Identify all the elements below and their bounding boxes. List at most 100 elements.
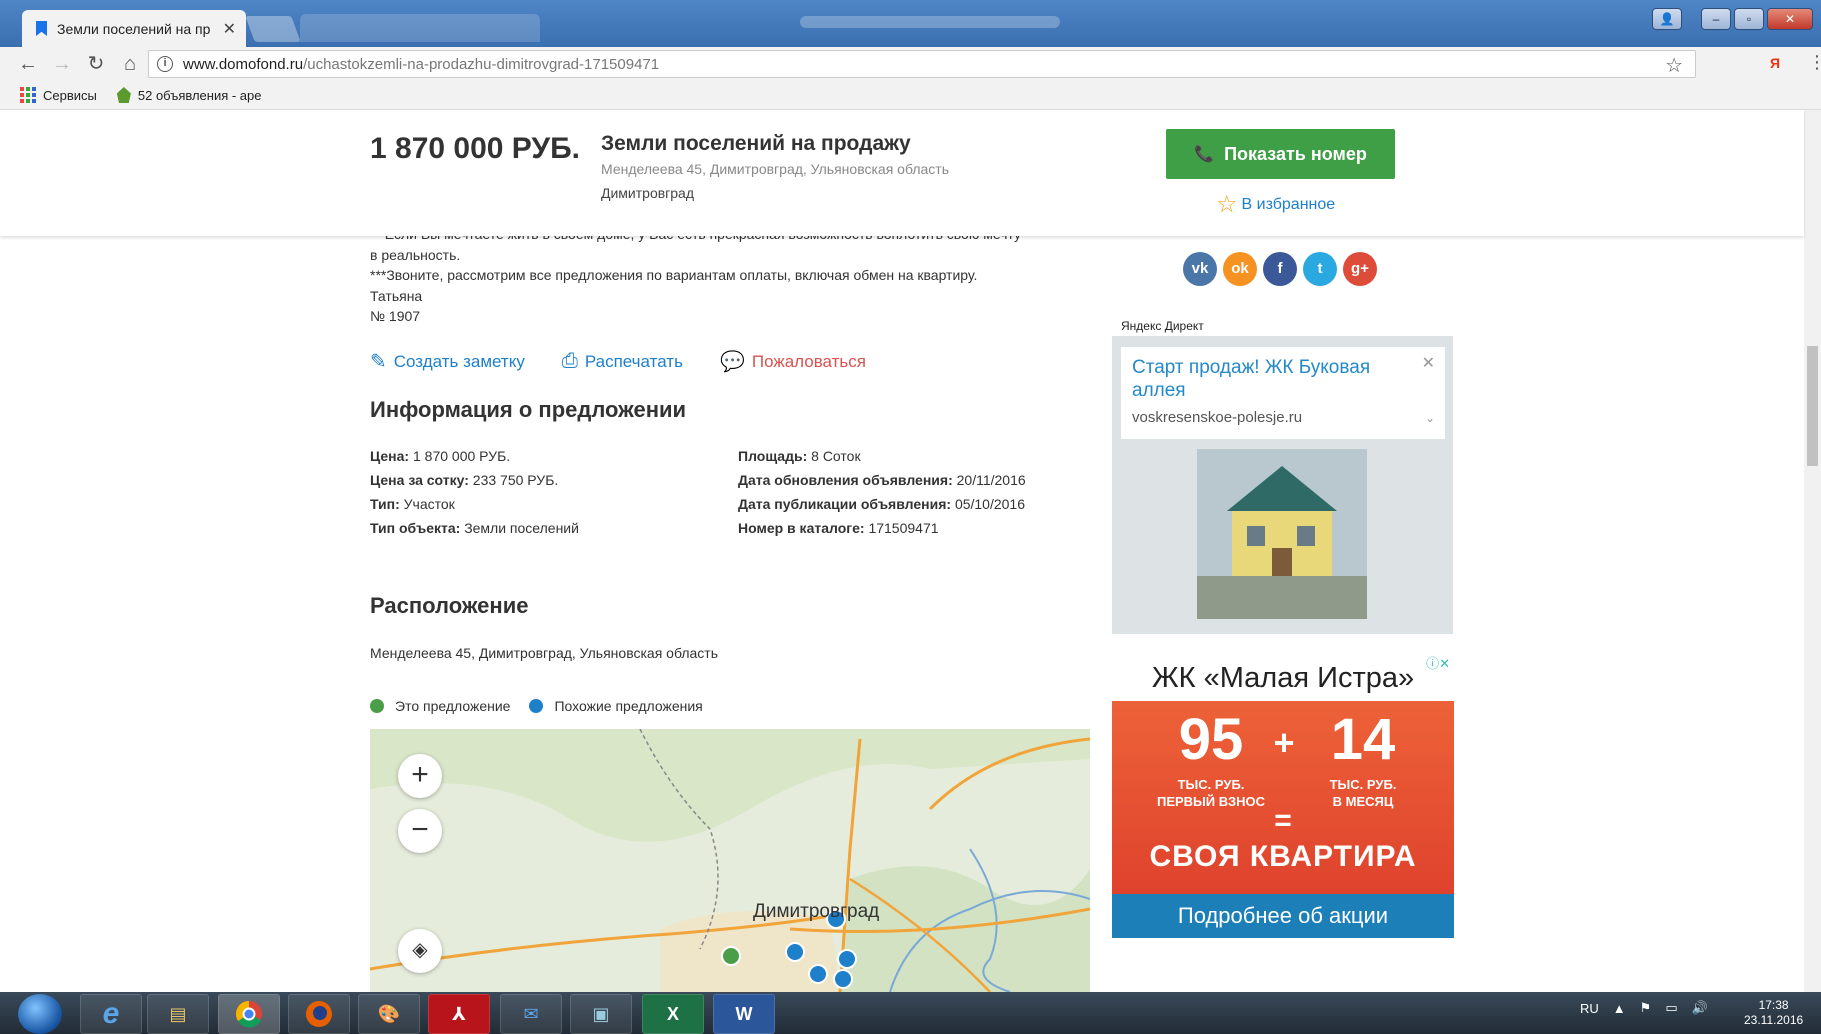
browser-tab-background[interactable] bbox=[300, 14, 540, 42]
language-indicator[interactable]: RU bbox=[1580, 1001, 1599, 1016]
ad-malaya-istra[interactable]: ЖК «Малая Истра» ⓘ✕ 95 ТЫС. РУБ. ПЕРВЫЙ … bbox=[1112, 652, 1454, 938]
address-bar[interactable]: i www.domofond.ru/uchastokzemli-na-proda… bbox=[148, 50, 1696, 78]
chrome-logo bbox=[235, 1000, 262, 1028]
location-map[interactable]: Димитровград + − ◈ bbox=[370, 729, 1090, 992]
action-center-flag-icon[interactable]: ⚑ bbox=[1640, 1000, 1652, 1016]
ad2-caption-first: ТЫС. РУБ. ПЕРВЫЙ ВЗНОС bbox=[1156, 776, 1266, 810]
user-profile-icon[interactable]: 👤 bbox=[1652, 8, 1682, 30]
file-explorer-icon[interactable]: ▤ bbox=[147, 994, 209, 1034]
home-icon[interactable]: ⌂ bbox=[116, 50, 144, 78]
ad2-title: ЖК «Малая Истра» bbox=[1151, 662, 1415, 694]
create-note-link[interactable]: ✎ Создать заметку bbox=[370, 349, 525, 374]
window-controls: 👤 – ▫ ✕ bbox=[1652, 8, 1813, 30]
forward-arrow-icon[interactable]: → bbox=[48, 50, 76, 78]
print-link[interactable]: ⎙ Распечатать bbox=[562, 349, 683, 374]
info-value: 05/10/2016 bbox=[954, 496, 1026, 512]
house-favicon-icon bbox=[116, 87, 131, 103]
description-line: № 1907 bbox=[370, 308, 421, 324]
add-to-favorites-link[interactable]: ☆ В избранное bbox=[1216, 190, 1335, 219]
bookmark-listings[interactable]: 52 объявления - аре bbox=[116, 87, 262, 103]
back-arrow-icon[interactable]: ← bbox=[14, 50, 42, 78]
info-row: Тип: Участок bbox=[370, 492, 579, 516]
map-layers-button[interactable]: ◈ bbox=[398, 929, 442, 973]
windows-start-button[interactable] bbox=[18, 994, 62, 1034]
ad2-details-button[interactable]: Подробнее об акции bbox=[1112, 894, 1454, 938]
bookmark-apps[interactable]: Сервисы bbox=[20, 87, 97, 103]
vk-share-icon[interactable]: vk bbox=[1183, 252, 1217, 286]
offer-info-left: Цена: 1 870 000 РУБ. Цена за сотку: 233 … bbox=[370, 444, 579, 540]
firefox-logo bbox=[306, 1001, 332, 1027]
browser-menu-icon[interactable]: ⋮ bbox=[1808, 52, 1821, 73]
ad2-caption-line: ПЕРВЫЙ ВЗНОС bbox=[1156, 794, 1265, 809]
window-title-blurred bbox=[800, 16, 1060, 28]
bookmark-label: 52 объявления - аре bbox=[137, 87, 262, 103]
ad2-title-bar: ЖК «Малая Истра» ⓘ✕ bbox=[1112, 652, 1454, 701]
minimize-button[interactable]: – bbox=[1701, 8, 1731, 30]
show-phone-button[interactable]: 📞 Показать номер bbox=[1166, 129, 1395, 179]
window-titlebar: Земли поселений на пр ✕ 👤 – ▫ ✕ bbox=[0, 0, 1821, 47]
ad-close-icon[interactable]: ✕ bbox=[1422, 353, 1435, 373]
listing-city: Димитровград bbox=[601, 185, 695, 201]
close-window-button[interactable]: ✕ bbox=[1767, 8, 1813, 30]
volume-icon[interactable]: 🔊 bbox=[1692, 1000, 1708, 1016]
browser-tab-active[interactable]: Земли поселений на пр ✕ bbox=[22, 10, 246, 47]
info-label: Тип объекта: bbox=[370, 520, 461, 536]
description-line: Татьяна bbox=[370, 287, 423, 304]
yandex-extension-icon[interactable]: Я bbox=[1770, 55, 1780, 71]
url-path: /uchastokzemli-na-prodazhu-dimitrovgrad-… bbox=[303, 55, 660, 73]
tab-close-icon[interactable]: ✕ bbox=[223, 19, 236, 39]
info-value: 233 750 РУБ. bbox=[472, 472, 559, 488]
odnoklassniki-share-icon[interactable]: ok bbox=[1223, 252, 1257, 286]
chevron-down-icon[interactable]: ⌄ bbox=[1425, 411, 1435, 425]
info-row: Дата публикации объявления: 05/10/2016 bbox=[738, 492, 1026, 516]
page-scrollbar[interactable] bbox=[1804, 110, 1821, 992]
phone-icon: 📞 bbox=[1194, 146, 1215, 163]
paint-icon[interactable]: 🎨 bbox=[358, 994, 420, 1034]
excel-icon[interactable]: X bbox=[642, 994, 704, 1034]
maximize-button[interactable]: ▫ bbox=[1734, 8, 1764, 30]
info-label: Тип: bbox=[370, 496, 400, 512]
bookmark-star-icon[interactable]: ☆ bbox=[1665, 53, 1683, 78]
listing-actions: ✎ Создать заметку ⎙ Распечатать 💬 Пожало… bbox=[370, 349, 903, 374]
scrollbar-thumb[interactable] bbox=[1807, 346, 1818, 466]
network-icon[interactable]: ▭ bbox=[1665, 1000, 1677, 1016]
new-tab-button[interactable] bbox=[245, 16, 301, 42]
acrobat-reader-icon[interactable]: ⅄ bbox=[428, 994, 490, 1034]
ad-choices-icon[interactable]: ⓘ✕ bbox=[1426, 652, 1450, 690]
google-plus-share-icon[interactable]: g+ bbox=[1343, 252, 1377, 286]
firefox-icon[interactable] bbox=[288, 994, 350, 1034]
ad2-caption-second: ТЫС. РУБ. В МЕСЯЦ bbox=[1308, 776, 1418, 810]
show-phone-label: Показать номер bbox=[1224, 143, 1367, 164]
info-value: 1 870 000 РУБ. bbox=[412, 448, 511, 464]
tray-expand-icon[interactable]: ▲ bbox=[1613, 1001, 1626, 1016]
reload-icon[interactable]: ↻ bbox=[82, 50, 110, 78]
word-icon[interactable]: W bbox=[713, 994, 775, 1034]
complain-label: Пожаловаться bbox=[751, 351, 866, 371]
twitter-share-icon[interactable]: t bbox=[1303, 252, 1337, 286]
zoom-in-button[interactable]: + bbox=[398, 754, 442, 798]
location-heading: Расположение bbox=[370, 593, 529, 618]
image-viewer-icon[interactable]: ▣ bbox=[570, 994, 632, 1034]
complain-link[interactable]: 💬 Пожаловаться bbox=[720, 349, 866, 374]
listing-address: Менделеева 45, Димитровград, Ульяновская… bbox=[601, 161, 949, 177]
info-value: 8 Соток bbox=[811, 448, 861, 464]
site-info-icon[interactable]: i bbox=[157, 56, 173, 72]
info-row: Цена: 1 870 000 РУБ. bbox=[370, 444, 579, 468]
system-tray: RU ▲ ⚑ ▭ 🔊 bbox=[1580, 1000, 1708, 1016]
ad-bukovaya-alleya[interactable]: Старт продаж! ЖК Буковая аллея voskresen… bbox=[1112, 336, 1453, 634]
ad2-number-second: 14 bbox=[1330, 707, 1396, 772]
clock-date: 23.11.2016 bbox=[1744, 1013, 1804, 1027]
taskbar-clock[interactable]: 17:38 23.11.2016 bbox=[1744, 998, 1803, 1028]
page-viewport: 1 870 000 РУБ. Земли поселений на продаж… bbox=[0, 110, 1821, 992]
bookmarks-bar: Сервисы 52 объявления - аре bbox=[0, 81, 1821, 110]
facebook-share-icon[interactable]: f bbox=[1263, 252, 1297, 286]
zoom-out-button[interactable]: − bbox=[398, 809, 442, 853]
similar-offers-dot-icon bbox=[529, 699, 544, 713]
internet-explorer-icon[interactable]: e bbox=[80, 994, 142, 1034]
ad-title[interactable]: Старт продаж! ЖК Буковая аллея bbox=[1132, 356, 1412, 402]
ad-text-card[interactable]: Старт продаж! ЖК Буковая аллея voskresen… bbox=[1121, 347, 1445, 439]
info-value: 171509471 bbox=[868, 520, 939, 536]
thunderbird-icon[interactable]: ✉ bbox=[500, 994, 562, 1034]
description-line: ***Звоните, рассмотрим все предложения п… bbox=[370, 267, 978, 283]
chrome-icon[interactable] bbox=[218, 994, 280, 1034]
